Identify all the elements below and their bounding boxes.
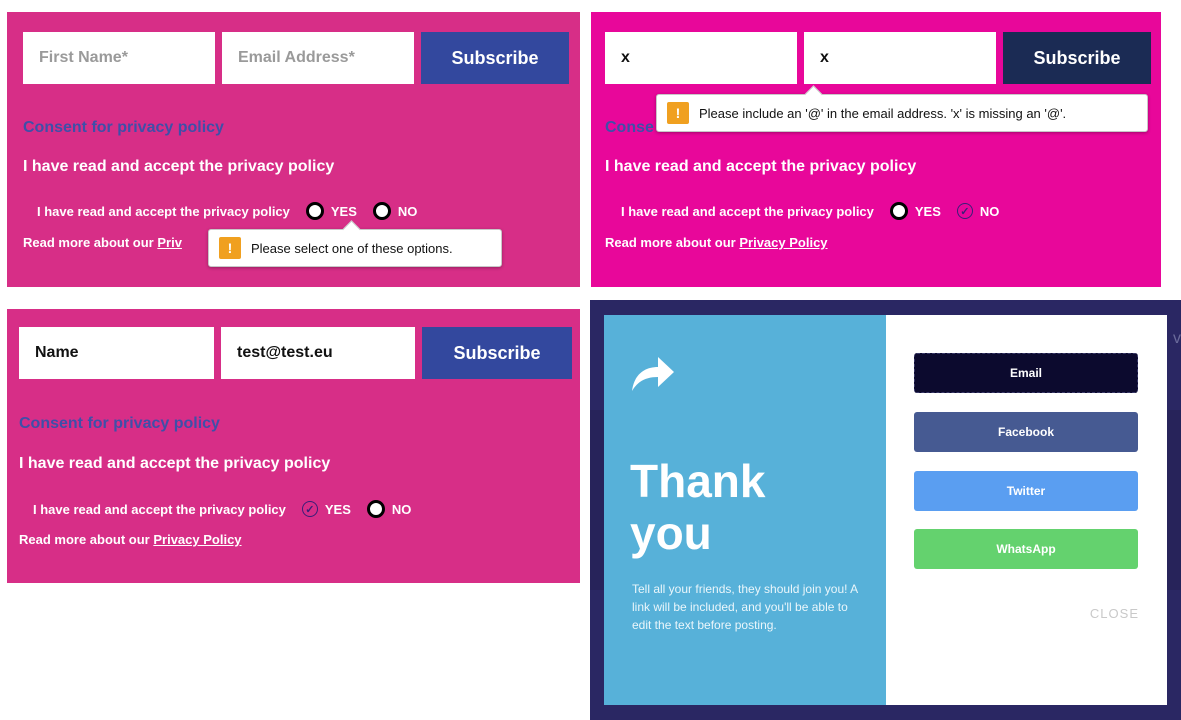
first-name-input[interactable]: x [605,32,797,84]
accept-text: I have read and accept the privacy polic… [23,158,335,175]
radio-group-label: I have read and accept the privacy polic… [621,203,874,219]
privacy-policy-link[interactable]: Privacy Policy [739,235,827,250]
privacy-radio-group: I have read and accept the privacy polic… [621,202,1015,220]
first-name-value: x [621,49,630,66]
share-facebook-button[interactable]: Facebook [914,412,1138,452]
email-placeholder: Email Address* [238,49,355,66]
privacy-policy-link[interactable]: Priv [157,235,182,250]
thank-line-2: you [630,507,712,559]
yes-radio[interactable] [305,202,324,220]
yes-radio-checked[interactable]: ✓ [301,501,318,517]
email-input[interactable]: Email Address* [222,32,414,84]
subscribe-button[interactable]: Subscribe [421,32,569,84]
read-more-prefix: Read more about our [23,235,158,250]
subscribe-form-invalid-email: x x Subscribe Conse I have read and acce… [591,12,1161,287]
thank-you-pane: Thank you Tell all your friends, they sh… [604,315,886,705]
accept-text: I have read and accept the privacy polic… [19,455,331,472]
share-message: Tell all your friends, they should join … [632,582,858,632]
email-input[interactable]: test@test.eu [221,327,415,379]
consent-heading: Conse [605,119,654,136]
no-label: NO [391,501,412,517]
privacy-policy-link[interactable]: Privacy Policy [153,532,241,547]
privacy-radio-group: I have read and accept the privacy polic… [37,202,433,220]
share-whatsapp-button[interactable]: WhatsApp [914,529,1138,569]
read-more-prefix: Read more about our [19,532,154,547]
yes-label: YES [914,203,941,219]
no-label: NO [397,203,418,219]
close-button[interactable]: CLOSE [1090,606,1139,621]
radio-group-label: I have read and accept the privacy polic… [37,203,290,219]
subscribe-button[interactable]: Subscribe [422,327,572,379]
subscribe-button[interactable]: Subscribe [1003,32,1151,84]
thank-line-1: Thank [630,455,766,507]
background-text-fragment: v [1173,330,1181,347]
yes-radio[interactable] [889,202,908,220]
no-radio[interactable] [372,202,391,220]
validation-tooltip: ! Please select one of these options. [208,229,502,267]
share-twitter-button[interactable]: Twitter [914,471,1138,511]
radio-group-label: I have read and accept the privacy polic… [33,501,286,517]
validation-tooltip: ! Please include an '@' in the email add… [656,94,1148,132]
tooltip-text: Please include an '@' in the email addre… [699,105,1067,121]
email-value: x [820,49,829,66]
share-overlay: v Thank you Tell all your friends, they … [590,300,1181,720]
share-modal: Thank you Tell all your friends, they sh… [604,315,1167,705]
no-radio[interactable] [366,500,385,518]
no-label: NO [979,203,1000,219]
read-more-text: Read more about our Privacy Policy [19,532,242,547]
thank-you-heading: Thank you [630,455,765,559]
consent-heading: Consent for privacy policy [19,415,220,432]
share-arrow-icon [632,357,674,391]
first-name-placeholder: First Name* [39,49,128,66]
read-more-text: Read more about our Privacy Policy [605,235,828,250]
share-email-button[interactable]: Email [914,353,1138,393]
read-more-text: Read more about our Priv [23,235,182,250]
subscribe-form-empty: First Name* Email Address* Subscribe Con… [7,12,580,287]
no-radio-checked[interactable]: ✓ [956,203,973,219]
accept-text: I have read and accept the privacy polic… [605,158,917,175]
tooltip-text: Please select one of these options. [251,240,453,256]
warning-icon: ! [667,102,689,124]
email-input[interactable]: x [804,32,996,84]
yes-label: YES [330,203,357,219]
name-input[interactable]: Name [19,327,214,379]
subscribe-form-valid: Name test@test.eu Subscribe Consent for … [7,309,580,583]
warning-icon: ! [219,237,241,259]
yes-label: YES [324,501,351,517]
privacy-radio-group: I have read and accept the privacy polic… [33,500,427,518]
consent-heading: Consent for privacy policy [23,119,224,136]
email-value: test@test.eu [237,344,333,361]
name-value: Name [35,344,79,361]
first-name-input[interactable]: First Name* [23,32,215,84]
read-more-prefix: Read more about our [605,235,740,250]
